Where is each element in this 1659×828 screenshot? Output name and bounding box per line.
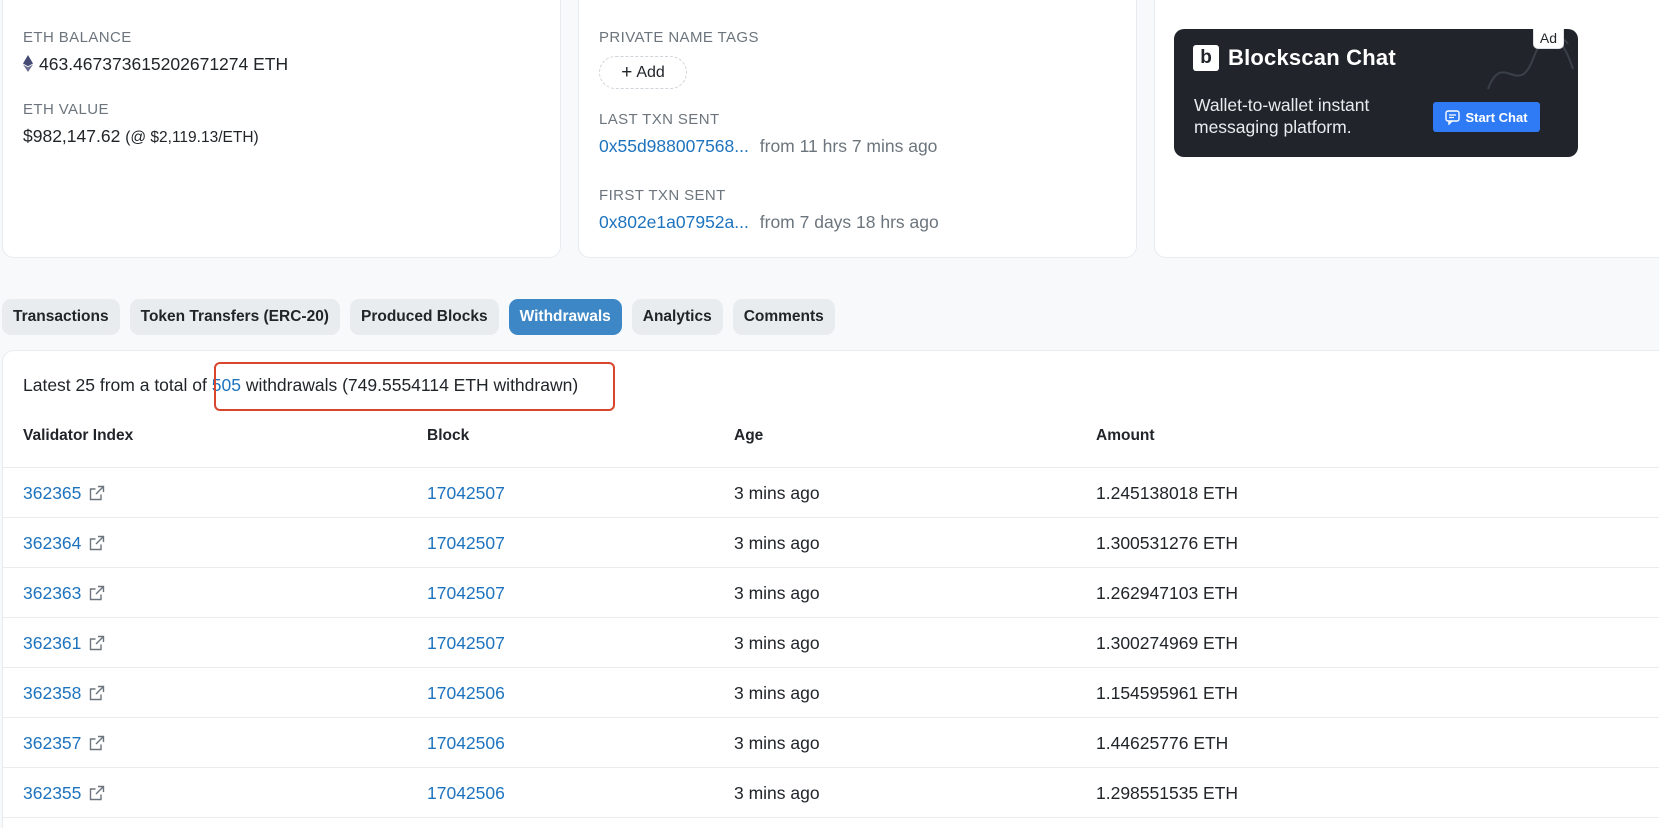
block-number-link[interactable]: 17042507 [427,633,505,654]
blockscan-logo: b [1193,45,1219,71]
validator-index-link[interactable]: 362365 [23,483,81,503]
total-withdrawals-link[interactable]: 505 [212,375,241,395]
chat-icon [1445,109,1461,125]
external-link-icon[interactable] [89,735,105,751]
amount-cell: 1.44625776 ETH [1096,733,1229,753]
last-txn-sent-label: LAST TXN SENT [599,111,720,128]
validator-cell: 362355 [23,783,105,804]
column-header-validator-index: Validator Index [23,427,134,444]
amount-cell: 1.154595961 ETH [1096,683,1239,703]
last-txn-hash-link[interactable]: 0x55d988007568... [599,136,749,156]
external-link-icon[interactable] [89,535,105,551]
validator-cell: 362357 [23,733,105,754]
first-txn-sent: 0x802e1a07952a... from 7 days 18 hrs ago [599,212,939,233]
age-cell: 3 mins ago [734,733,820,753]
ad-badge: Ad [1532,29,1564,49]
block-number-link[interactable]: 17042506 [427,683,505,704]
external-link-icon[interactable] [89,685,105,701]
column-header-block: Block [427,427,470,444]
first-txn-time: from 7 days 18 hrs ago [759,212,939,232]
plus-icon: + [621,62,633,83]
validator-index-link[interactable]: 362363 [23,583,81,603]
block-number-link[interactable]: 17042507 [427,533,505,554]
eth-price-rate: (@ $2,119.13/ETH) [125,129,259,146]
amount-cell: 1.245138018 ETH [1096,483,1239,503]
block-number-link[interactable]: 17042506 [427,783,505,804]
ad-text: Wallet-to-wallet instant messaging platf… [1194,95,1370,137]
amount-cell: 1.298551535 ETH [1096,783,1239,803]
external-link-icon[interactable] [89,585,105,601]
table-row: 362357 17042506 3 mins ago 1.44625776 ETH [3,718,1659,768]
table-row: 362358 17042506 3 mins ago 1.154595961 ETH [3,668,1659,718]
block-number-link[interactable]: 17042506 [427,733,505,754]
tab-token-transfers[interactable]: Token Transfers (ERC-20) [129,299,340,335]
eth-balance-value: 463.467373615202671274 ETH [23,54,288,75]
tab-analytics[interactable]: Analytics [631,299,723,335]
table-row: 362365 17042507 3 mins ago 1.245138018 ETH [3,468,1659,518]
age-cell: 3 mins ago [734,533,820,553]
ethereum-icon [23,55,33,72]
summary-suffix: withdrawals (749.5554114 ETH withdrawn) [245,375,579,395]
last-txn-time: from 11 hrs 7 mins ago [759,136,938,156]
column-header-amount: Amount [1096,427,1155,444]
age-cell: 3 mins ago [734,783,820,803]
tab-comments[interactable]: Comments [732,299,835,335]
amount-cell: 1.300531276 ETH [1096,533,1239,553]
summary-prefix: Latest 25 from a total of [23,375,207,395]
tab-transactions[interactable]: Transactions [2,299,120,335]
age-cell: 3 mins ago [734,483,820,503]
withdrawals-panel: Latest 25 from a total of 505 withdrawal… [2,350,1659,828]
validator-cell: 362365 [23,483,105,504]
add-label: Add [636,63,665,81]
more-info-card: PRIVATE NAME TAGS + Add LAST TXN SENT 0x… [578,0,1137,258]
external-link-icon[interactable] [89,635,105,651]
ad-title: Blockscan Chat [1228,45,1396,70]
tab-withdrawals[interactable]: Withdrawals [508,299,622,335]
eth-balance-amount: 463.467373615202671274 ETH [39,54,289,74]
add-name-tag-button[interactable]: + Add [599,56,687,89]
first-txn-hash-link[interactable]: 0x802e1a07952a... [599,212,749,232]
first-txn-sent-label: FIRST TXN SENT [599,187,726,204]
tab-produced-blocks[interactable]: Produced Blocks [349,299,499,335]
validator-index-link[interactable]: 362361 [23,633,81,653]
external-link-icon[interactable] [89,785,105,801]
address-tabs: Transactions Token Transfers (ERC-20) Pr… [2,299,835,335]
validator-cell: 362363 [23,583,105,604]
start-chat-button[interactable]: Start Chat [1433,102,1540,132]
overview-card: ETH BALANCE 463.467373615202671274 ETH E… [2,0,561,258]
validator-cell: 362364 [23,533,105,554]
start-chat-label: Start Chat [1465,109,1528,125]
block-number-link[interactable]: 17042507 [427,483,505,504]
external-link-icon[interactable] [89,485,105,501]
validator-index-link[interactable]: 362358 [23,683,81,703]
table-row: 362363 17042507 3 mins ago 1.262947103 ETH [3,568,1659,618]
column-header-age[interactable]: Age [734,427,763,445]
ad-card: b Blockscan Chat Wallet-to-wallet instan… [1154,0,1659,258]
eth-value-amount: $982,147.62 [23,126,121,146]
blockscan-chat-ad[interactable]: b Blockscan Chat Wallet-to-wallet instan… [1174,29,1578,157]
eth-value: $982,147.62 (@ $2,119.13/ETH) [23,126,259,147]
table-row: 362361 17042507 3 mins ago 1.300274969 ETH [3,618,1659,668]
validator-index-link[interactable]: 362355 [23,783,81,803]
withdrawals-summary: Latest 25 from a total of 505 withdrawal… [23,375,578,396]
last-txn-sent: 0x55d988007568... from 11 hrs 7 mins ago [599,136,937,157]
age-cell: 3 mins ago [734,583,820,603]
private-name-tags-label: PRIVATE NAME TAGS [599,29,759,46]
table-row: 362355 17042506 3 mins ago 1.298551535 ETH [3,768,1659,818]
eth-value-label: ETH VALUE [23,101,109,118]
validator-index-link[interactable]: 362357 [23,733,81,753]
amount-cell: 1.300274969 ETH [1096,633,1239,653]
eth-balance-label: ETH BALANCE [23,29,132,46]
table-row: 362364 17042507 3 mins ago 1.300531276 ETH [3,518,1659,568]
validator-cell: 362361 [23,633,105,654]
age-cell: 3 mins ago [734,683,820,703]
validator-index-link[interactable]: 362364 [23,533,81,553]
validator-cell: 362358 [23,683,105,704]
block-number-link[interactable]: 17042507 [427,583,505,604]
age-cell: 3 mins ago [734,633,820,653]
amount-cell: 1.262947103 ETH [1096,583,1239,603]
